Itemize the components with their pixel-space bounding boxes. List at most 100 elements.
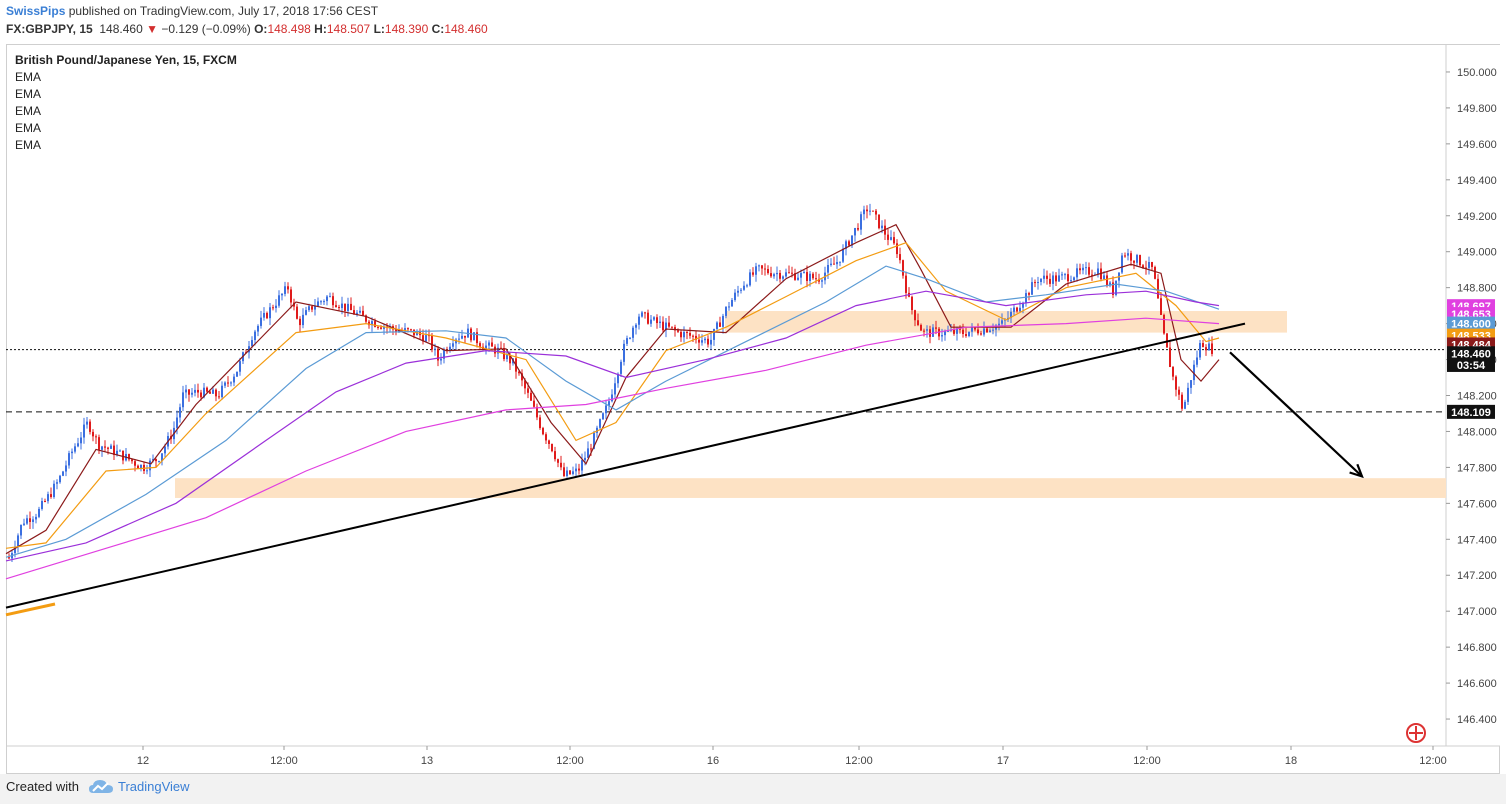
candle-body bbox=[281, 293, 283, 296]
candle-body bbox=[716, 322, 718, 329]
created-with-text: Created with bbox=[6, 779, 79, 794]
y-tick-label: 147.400 bbox=[1457, 534, 1497, 546]
candle-body bbox=[284, 286, 286, 294]
candle-body bbox=[620, 361, 622, 374]
legend-ema-3[interactable]: EMA bbox=[15, 103, 237, 120]
candle-body bbox=[584, 457, 586, 461]
candle-body bbox=[899, 254, 901, 261]
candle-body bbox=[41, 500, 43, 509]
candle-body bbox=[842, 248, 844, 262]
candle-body bbox=[680, 331, 682, 338]
candle-body bbox=[68, 453, 70, 466]
x-tick-label: 12 bbox=[137, 755, 149, 767]
candle-body bbox=[797, 277, 799, 280]
candle-body bbox=[1172, 367, 1174, 377]
candle-body bbox=[725, 306, 727, 316]
candle-body bbox=[701, 340, 703, 343]
candle-body bbox=[257, 325, 259, 332]
candle-body bbox=[893, 237, 895, 244]
candle-body bbox=[137, 465, 139, 469]
candle-body bbox=[710, 339, 712, 345]
candle-body bbox=[287, 286, 289, 290]
candle-body bbox=[221, 385, 223, 398]
candle-body bbox=[692, 335, 694, 337]
candle-body bbox=[644, 312, 646, 314]
candle-body bbox=[1169, 347, 1171, 368]
candle-body bbox=[686, 331, 688, 333]
candle-body bbox=[122, 450, 124, 461]
candle-body bbox=[815, 278, 817, 280]
candle-body bbox=[548, 440, 550, 444]
x-tick-label: 12:00 bbox=[270, 755, 298, 767]
candle-body bbox=[632, 327, 634, 338]
legend-ema-4[interactable]: EMA bbox=[15, 120, 237, 137]
candle-body bbox=[323, 301, 325, 303]
candle-body bbox=[986, 328, 988, 333]
y-tick-label: 148.200 bbox=[1457, 391, 1497, 403]
candle-body bbox=[320, 301, 322, 303]
candle-body bbox=[866, 209, 868, 212]
candle-body bbox=[302, 314, 304, 326]
candle-body bbox=[1139, 255, 1141, 266]
candle-body bbox=[35, 516, 37, 520]
candle-body bbox=[65, 465, 67, 472]
candle-body bbox=[1046, 275, 1048, 279]
candle-body bbox=[707, 338, 709, 345]
candle-body bbox=[935, 327, 937, 329]
candle-body bbox=[671, 326, 673, 328]
candle-body bbox=[1070, 280, 1072, 282]
candle-body bbox=[1178, 389, 1180, 395]
ascending-trendline bbox=[5, 322, 1246, 609]
y-tick-label: 149.200 bbox=[1457, 211, 1497, 223]
candle-body bbox=[566, 470, 568, 477]
candle-body bbox=[155, 459, 157, 462]
legend-ema-2[interactable]: EMA bbox=[15, 86, 237, 103]
candle-body bbox=[53, 483, 55, 498]
candle-body bbox=[296, 306, 298, 319]
candle-body bbox=[326, 296, 328, 302]
candle-body bbox=[239, 361, 241, 372]
candle-body bbox=[983, 328, 985, 335]
candles-group bbox=[8, 203, 1213, 562]
candle-body bbox=[227, 382, 229, 384]
candle-body bbox=[278, 295, 280, 306]
candle-body bbox=[95, 436, 97, 438]
candle-body bbox=[407, 328, 409, 330]
candle-body bbox=[1181, 394, 1183, 409]
candle-body bbox=[440, 358, 442, 361]
candle-body bbox=[752, 272, 754, 275]
candle-body bbox=[806, 272, 808, 281]
candle-body bbox=[989, 330, 991, 333]
candle-body bbox=[1049, 278, 1051, 284]
candle-body bbox=[263, 312, 265, 318]
candle-body bbox=[872, 210, 874, 212]
candle-body bbox=[629, 337, 631, 339]
candle-body bbox=[1190, 380, 1192, 388]
tradingview-link[interactable]: TradingView bbox=[118, 779, 190, 794]
candle-body bbox=[1187, 387, 1189, 402]
legend-ema-1[interactable]: EMA bbox=[15, 69, 237, 86]
y-tick-label: 149.800 bbox=[1457, 103, 1497, 115]
candle-body bbox=[779, 272, 781, 279]
candle-body bbox=[590, 448, 592, 450]
candle-body bbox=[74, 446, 76, 452]
candle-body bbox=[527, 388, 529, 393]
candle-body bbox=[77, 443, 79, 447]
candle-body bbox=[869, 210, 871, 212]
candle-body bbox=[890, 237, 892, 240]
candle-body bbox=[275, 305, 277, 309]
candle-body bbox=[1196, 357, 1198, 365]
candle-body bbox=[1031, 282, 1033, 295]
y-tick-label: 147.600 bbox=[1457, 498, 1497, 510]
candle-body bbox=[827, 264, 829, 273]
candle-body bbox=[359, 310, 361, 313]
candle-body bbox=[269, 307, 271, 319]
candle-body bbox=[212, 389, 214, 394]
legend-ema-5[interactable]: EMA bbox=[15, 137, 237, 154]
candle-body bbox=[29, 518, 31, 522]
candle-body bbox=[830, 263, 832, 265]
candle-body bbox=[1013, 307, 1015, 312]
candle-body bbox=[23, 523, 25, 525]
candle-body bbox=[1061, 274, 1063, 276]
projection-arrow-line bbox=[1229, 351, 1363, 478]
